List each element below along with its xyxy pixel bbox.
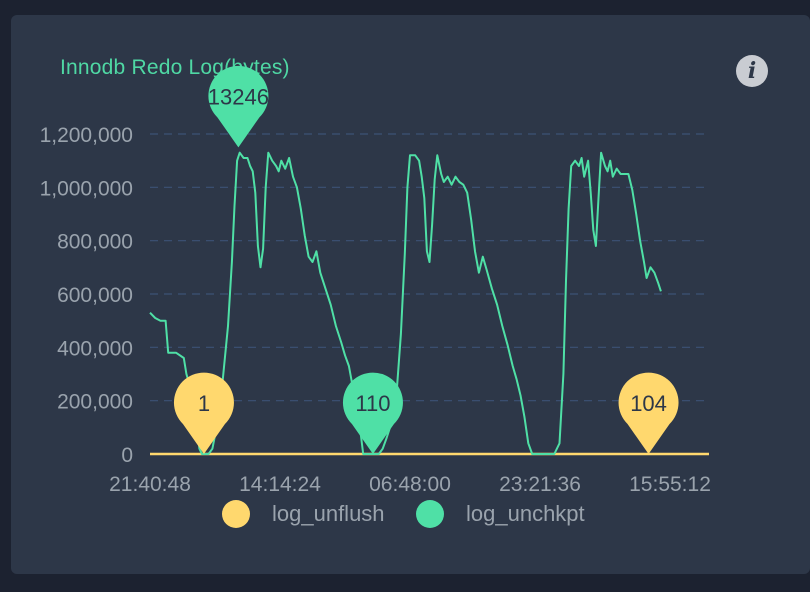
annotation-label: 104 bbox=[630, 391, 667, 416]
chart-legend: log_unflush log_unchkpt bbox=[0, 500, 810, 540]
legend-dot-log-unchkpt bbox=[416, 500, 444, 528]
annotation-pin: 104 bbox=[618, 372, 679, 454]
x-tick-label: 23:21:36 bbox=[499, 473, 581, 496]
legend-label-log-unchkpt: log_unchkpt bbox=[466, 501, 585, 526]
y-tick-label: 400,000 bbox=[57, 337, 133, 360]
y-tick-label: 600,000 bbox=[57, 284, 133, 307]
annotation-pin: 1 bbox=[173, 372, 234, 454]
x-tick-label: 14:14:24 bbox=[239, 473, 321, 496]
x-tick-label: 15:55:12 bbox=[629, 473, 711, 496]
annotation-label: 110 bbox=[355, 391, 390, 416]
y-tick-label: 200,000 bbox=[57, 391, 133, 414]
y-tick-label: 0 bbox=[121, 444, 133, 467]
x-tick-label: 06:48:00 bbox=[369, 473, 451, 496]
annotation-pin: 110 bbox=[342, 372, 403, 454]
y-tick-label: 1,000,000 bbox=[40, 177, 133, 200]
annotation-pin: 13246 bbox=[208, 65, 269, 148]
annotation-label: 13246 bbox=[208, 84, 269, 109]
legend-item-log-unflush[interactable]: log_unflush bbox=[222, 500, 385, 528]
legend-label-log-unflush: log_unflush bbox=[272, 501, 385, 526]
legend-item-log-unchkpt[interactable]: log_unchkpt bbox=[416, 500, 585, 528]
legend-dot-log-unflush bbox=[222, 500, 250, 528]
x-tick-label: 21:40:48 bbox=[109, 473, 191, 496]
annotation-label: 1 bbox=[198, 391, 210, 416]
y-tick-label: 1,200,000 bbox=[40, 124, 133, 147]
y-tick-label: 800,000 bbox=[57, 231, 133, 254]
